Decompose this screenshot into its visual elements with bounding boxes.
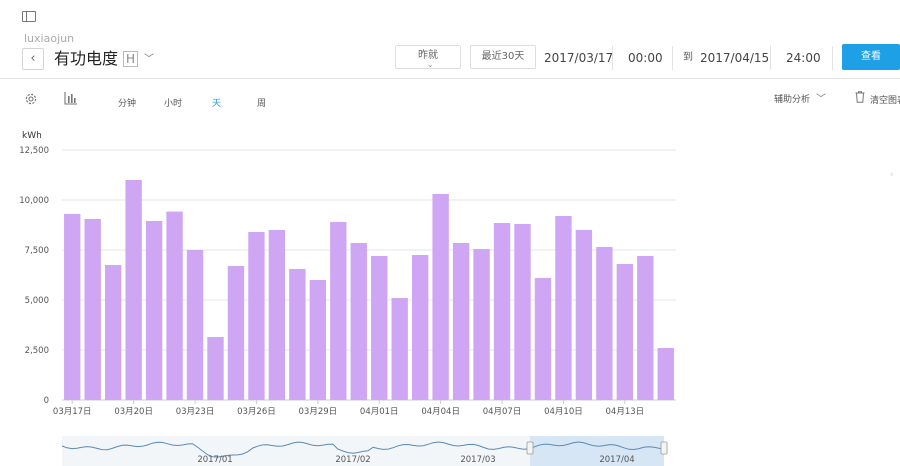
bar[interactable] <box>84 219 101 400</box>
x-tick-label: 04月13日 <box>606 407 645 417</box>
x-tick-label: 03月17日 <box>53 407 92 417</box>
page-title: 有功电度 <box>54 49 119 68</box>
bar[interactable] <box>534 278 552 400</box>
gear-icon[interactable] <box>24 92 38 106</box>
x-tick-label: 04月07日 <box>483 407 522 417</box>
end-time-input[interactable]: 24:00 <box>786 46 821 70</box>
x-tick-label: 04月04日 <box>421 407 460 417</box>
assist-analysis-dropdown[interactable]: 辅助分析 <box>774 92 810 105</box>
divider <box>832 46 833 70</box>
chevron-down-icon[interactable]: ﹀ <box>144 50 154 65</box>
x-tick-label: 03月29日 <box>299 407 338 417</box>
header-divider <box>0 78 900 79</box>
preset-range-dropdown[interactable]: 昨就 <box>395 45 461 75</box>
start-date-input[interactable]: 2017/03/17 <box>544 46 613 70</box>
granularity-week-tab[interactable]: 周 <box>257 96 266 109</box>
x-tick-label: 04月01日 <box>360 407 399 417</box>
clear-chart-button[interactable]: 清空图表 <box>870 93 900 106</box>
end-date-input[interactable]: 2017/04/15 <box>700 46 769 70</box>
last-30-days-button[interactable]: 最近30天 <box>470 45 536 69</box>
bar[interactable] <box>289 269 306 400</box>
navigator-label: 2017/03 <box>460 455 495 465</box>
granularity-hour-tab[interactable]: 小时 <box>164 96 182 109</box>
bar[interactable] <box>186 250 204 400</box>
bar[interactable] <box>166 211 183 400</box>
bar[interactable] <box>514 224 531 400</box>
chevron-down-icon[interactable]: ﹀ <box>816 90 826 105</box>
granularity-day-tab[interactable]: 天 <box>212 96 221 109</box>
bar[interactable] <box>616 264 634 400</box>
y-tick-label: 0 <box>44 396 49 406</box>
bar[interactable] <box>145 221 163 400</box>
bar[interactable] <box>452 243 470 400</box>
y-tick-label: 7,500 <box>25 246 49 256</box>
bar[interactable] <box>555 216 572 400</box>
x-tick-label: 03月20日 <box>114 407 153 417</box>
bar[interactable] <box>371 256 388 400</box>
bar[interactable] <box>596 247 613 400</box>
bar[interactable] <box>248 232 265 400</box>
bar[interactable] <box>350 243 367 400</box>
query-button[interactable]: 查看 <box>842 44 900 70</box>
bar[interactable] <box>309 280 327 400</box>
bar[interactable] <box>330 222 347 400</box>
bar[interactable] <box>657 348 674 400</box>
divider <box>672 46 673 70</box>
bar[interactable] <box>64 214 81 400</box>
bar[interactable] <box>391 298 408 400</box>
bar[interactable] <box>227 266 245 400</box>
bar[interactable] <box>637 256 654 400</box>
bar[interactable] <box>432 194 449 400</box>
trash-icon[interactable] <box>855 91 865 103</box>
bar[interactable] <box>493 223 511 400</box>
bar[interactable] <box>125 180 142 400</box>
navigator-label: 2017/02 <box>335 455 370 465</box>
y-tick-label: 5,000 <box>25 296 49 306</box>
y-tick-label: 2,500 <box>25 346 49 356</box>
y-axis-label: kWh <box>22 131 42 141</box>
navigator-handle[interactable] <box>660 441 668 455</box>
navigator-label: 2017/04 <box>599 455 634 465</box>
energy-bar-chart: kWh 0 2,500 5,000 7,500 10,000 12,500 03月17日 03月… <box>19 131 676 466</box>
x-tick-label: 03月26日 <box>237 407 276 417</box>
range-to-label: 到 <box>683 52 693 63</box>
bar-chart-icon[interactable] <box>64 91 78 105</box>
bar[interactable] <box>268 230 286 400</box>
start-time-input[interactable]: 00:00 <box>628 46 663 70</box>
x-tick-label: 03月23日 <box>176 407 215 417</box>
divider <box>612 46 613 70</box>
divider <box>770 46 771 70</box>
unit-tag: H <box>123 51 139 67</box>
username: luxiaojun <box>24 32 75 45</box>
x-tick-label: 04月10日 <box>544 407 583 417</box>
y-tick-label: 12,500 <box>19 146 49 156</box>
sidebar-toggle-icon[interactable] <box>22 11 36 22</box>
bar[interactable] <box>104 265 122 400</box>
navigator-handle[interactable] <box>526 441 534 455</box>
bar[interactable] <box>473 249 490 400</box>
navigator-selection[interactable] <box>530 436 664 466</box>
bar[interactable] <box>411 255 429 400</box>
y-tick-label: 10,000 <box>19 196 49 206</box>
back-button[interactable]: ‹ <box>22 48 44 70</box>
granularity-minute-tab[interactable]: 分钟 <box>118 96 136 109</box>
navigator-label: 2017/01 <box>197 455 232 465</box>
bar[interactable] <box>207 337 224 400</box>
bar[interactable] <box>575 230 593 400</box>
